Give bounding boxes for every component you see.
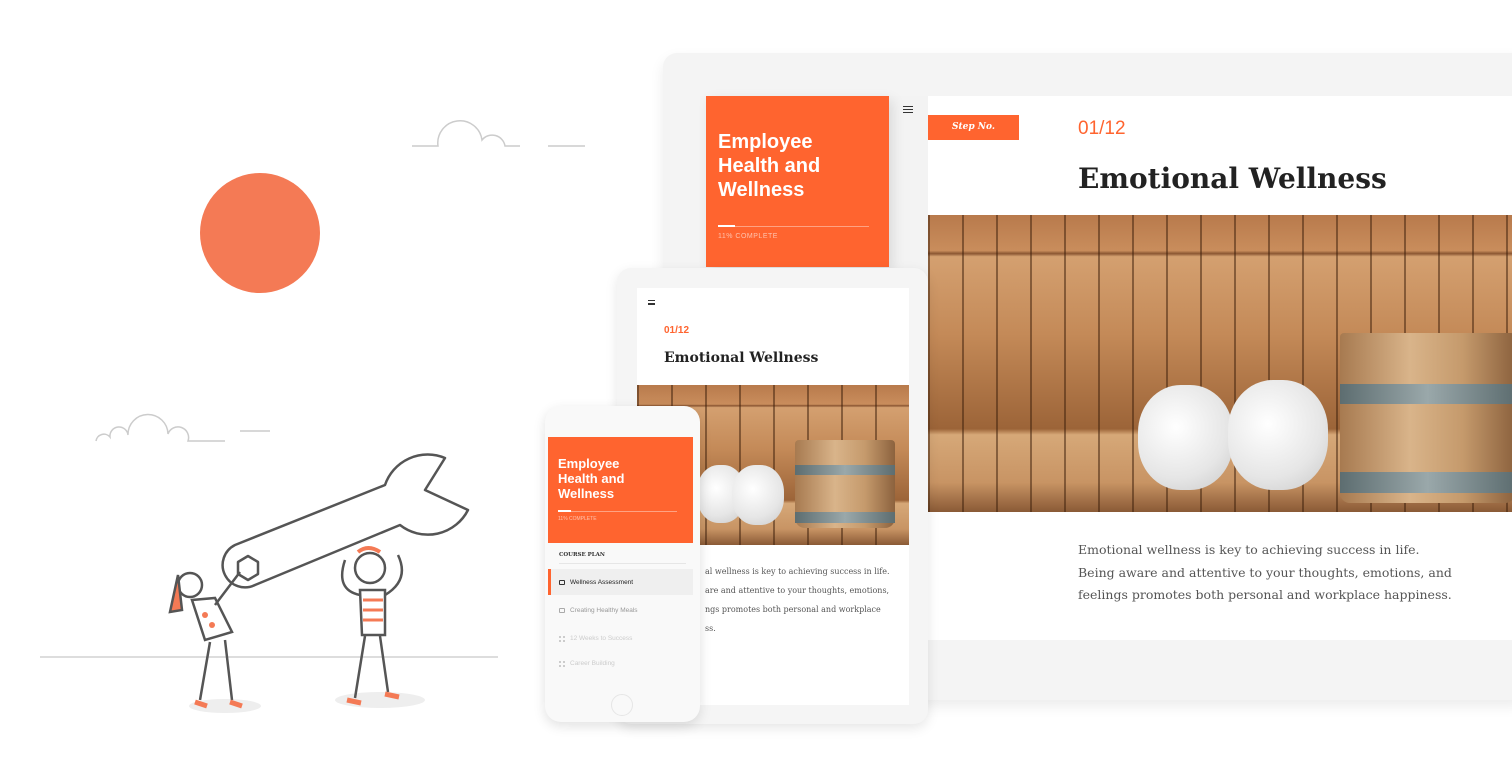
lesson-body: al wellness is key to achieving success …	[705, 567, 890, 633]
laptop-main: Step No. 01/12 Emotional Wellness Emotio…	[928, 96, 1512, 640]
course-plan-heading: COURSE PLAN	[559, 552, 686, 564]
sun	[200, 173, 320, 293]
step-tag: Step No.	[928, 115, 1019, 140]
list-icon	[559, 635, 565, 642]
step-number: 01/12	[1078, 118, 1126, 139]
progress-label: 11% COMPLETE	[558, 516, 597, 522]
lesson-body: Emotional wellness is key to achieving s…	[1078, 542, 1452, 602]
course-card: Employee Health and Wellness 11% COMPLETE	[548, 437, 693, 543]
course-title: Employee Health and Wellness	[718, 131, 821, 201]
list-icon	[559, 660, 565, 667]
progress-bar	[558, 510, 677, 512]
wrench	[221, 453, 470, 589]
cloud	[95, 120, 585, 442]
home-button[interactable]	[611, 694, 633, 716]
course-card: Employee Health and Wellness 11% COMPLETE	[706, 96, 889, 267]
lesson-title: Emotional Wellness	[664, 350, 819, 366]
course-plan-list: Wellness Assessment Creating Healthy Mea…	[548, 569, 693, 676]
menu-icon[interactable]	[648, 300, 655, 305]
course-plan-item[interactable]: Career Building	[548, 651, 693, 676]
progress-label: 11% COMPLETE	[718, 233, 778, 240]
lesson-title: Emotional Wellness	[1078, 162, 1387, 195]
step-number: 01/12	[664, 325, 690, 336]
video-icon	[559, 579, 565, 585]
course-title: Employee Health and Wellness	[558, 456, 625, 501]
course-plan-item[interactable]: 12 Weeks to Success	[548, 626, 693, 651]
course-plan-item[interactable]: Wellness Assessment	[548, 569, 693, 595]
menu-icon[interactable]	[903, 106, 913, 113]
course-plan-item[interactable]: Creating Healthy Meals	[548, 595, 693, 626]
person-right	[340, 546, 404, 706]
video-icon	[559, 608, 565, 613]
progress-bar	[718, 225, 869, 227]
illustration	[40, 120, 585, 713]
sauna-image	[928, 215, 1512, 512]
person-left	[168, 571, 243, 709]
